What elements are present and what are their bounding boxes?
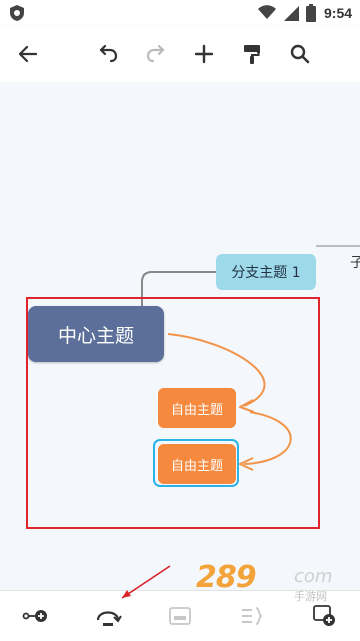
- selection-highlight-box: [26, 297, 320, 529]
- format-painter-icon: [244, 45, 260, 64]
- search-button[interactable]: [282, 36, 318, 72]
- plus-icon: [194, 44, 214, 64]
- status-time: 9:54: [324, 5, 353, 21]
- undo-icon: [99, 44, 118, 63]
- mindmap-canvas[interactable]: 分支主题 1 子 中心主题 自由主题 自由主题: [0, 82, 360, 590]
- clipped-topic-text[interactable]: 子: [350, 252, 360, 272]
- summary-button[interactable]: [162, 599, 198, 633]
- boundary-button[interactable]: [234, 599, 270, 633]
- add-floating-topic-button[interactable]: [306, 599, 342, 633]
- status-bar: 9:54: [0, 0, 360, 26]
- signal-icon: [284, 6, 299, 21]
- back-button[interactable]: [10, 36, 46, 72]
- add-topic-button[interactable]: [186, 36, 222, 72]
- back-arrow-icon: [18, 45, 38, 63]
- redo-button[interactable]: [138, 36, 174, 72]
- battery-icon: [306, 4, 316, 22]
- relationship-button[interactable]: [90, 599, 126, 633]
- boundary-brace-icon: [242, 607, 263, 625]
- summary-box-icon: [169, 607, 191, 625]
- top-toolbar: [0, 26, 360, 82]
- watermark-suffix: com: [294, 566, 333, 587]
- add-floating-topic-icon: [313, 605, 335, 626]
- search-icon: [290, 44, 310, 64]
- watermark-subtitle: 手游网: [294, 590, 327, 603]
- wifi-icon: [258, 5, 276, 19]
- format-painter-button[interactable]: [234, 36, 270, 72]
- watermark-digits: 289: [196, 560, 257, 595]
- add-child-node-icon: [22, 610, 47, 622]
- shield-app-icon: [10, 5, 24, 21]
- undo-button[interactable]: [90, 36, 126, 72]
- add-child-button[interactable]: [18, 599, 54, 633]
- relationship-line-icon: [96, 611, 122, 626]
- branch-topic-node[interactable]: 分支主题 1: [216, 254, 316, 290]
- redo-icon: [146, 44, 165, 63]
- site-watermark: 289 com 手游网: [196, 560, 346, 604]
